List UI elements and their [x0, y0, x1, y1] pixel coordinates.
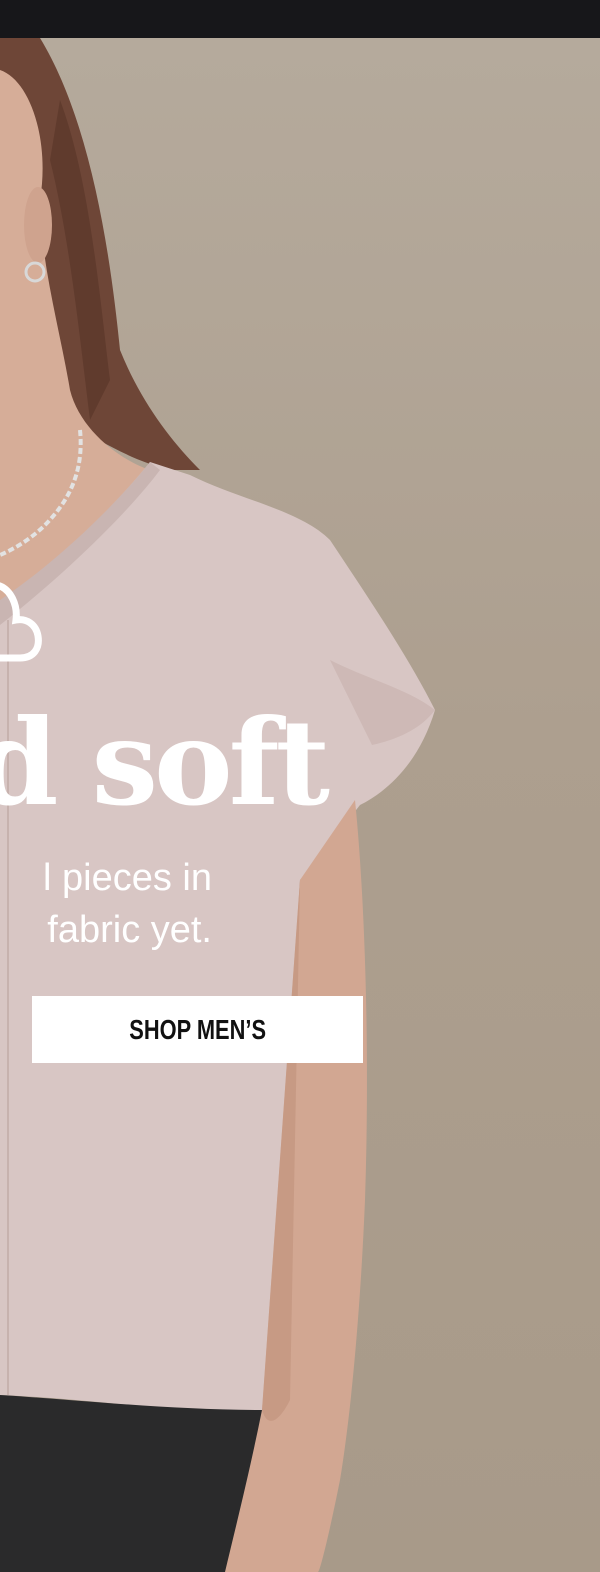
shop-mens-button-label: SHOP MEN’S [129, 1013, 266, 1045]
top-bar [0, 0, 600, 38]
hero-body-copy: l pieces in fabric yet. [0, 852, 212, 956]
shop-mens-button[interactable]: SHOP MEN’S [32, 996, 363, 1063]
cloud-icon [0, 582, 42, 662]
body-line-2: fabric yet. [47, 909, 212, 951]
body-line-1: l pieces in [43, 857, 212, 899]
hero-headline: d soft [0, 698, 330, 828]
pants [0, 1395, 262, 1572]
ear [24, 187, 52, 263]
headline-text: d soft [0, 693, 330, 832]
